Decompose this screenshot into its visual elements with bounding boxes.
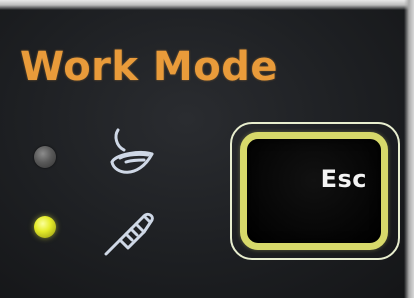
bowl-icon bbox=[104, 124, 164, 184]
panel-edge-right bbox=[404, 0, 414, 298]
esc-button[interactable]: Esc bbox=[240, 132, 388, 250]
control-panel: Work Mode Esc bbox=[0, 0, 414, 298]
stick-wand-icon bbox=[100, 198, 162, 260]
work-mode-title: Work Mode bbox=[20, 44, 278, 90]
esc-button-label: Esc bbox=[320, 165, 367, 193]
mode-indicator-led-on bbox=[34, 216, 56, 238]
mode-indicator-led-off bbox=[34, 146, 56, 168]
panel-edge-top bbox=[0, 0, 414, 10]
